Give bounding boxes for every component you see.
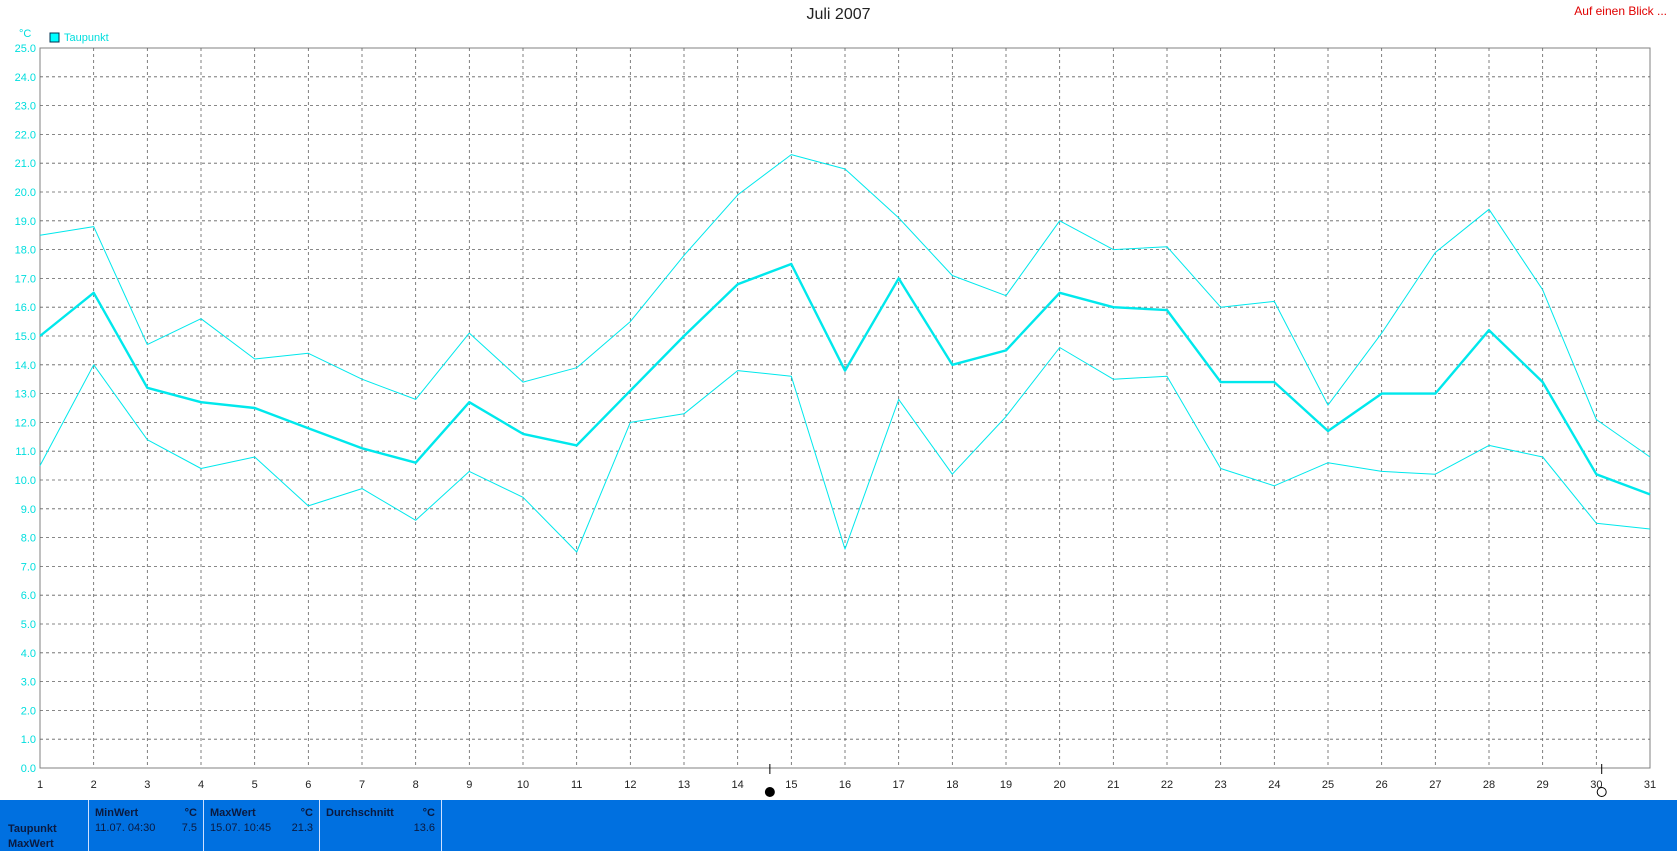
chart-grid	[39, 47, 1651, 769]
min-value: 7.5	[181, 822, 197, 834]
x-tick-label: 20	[1054, 779, 1066, 791]
x-tick-label: 15	[785, 779, 797, 791]
max-value: 21.3	[291, 822, 313, 834]
max-column: MaxWert °C 15.07. 10:45 21.3	[203, 800, 319, 851]
y-tick-label: 15.0	[15, 331, 36, 343]
y-tick-label: 4.0	[21, 648, 36, 660]
full-moon-icon	[764, 787, 775, 797]
y-tick-label: 25.0	[15, 43, 36, 55]
x-tick-label: 29	[1537, 779, 1549, 791]
legend: Taupunkt	[49, 32, 109, 44]
x-tick-label: 24	[1268, 779, 1280, 791]
x-tick-label: 4	[198, 779, 204, 791]
y-tick-label: 16.0	[15, 302, 36, 314]
y-tick-label: 6.0	[21, 590, 36, 602]
y-tick-label: 20.0	[15, 187, 36, 199]
y-tick-label: 19.0	[15, 216, 36, 228]
min-header: MinWert	[95, 807, 139, 819]
y-tick-label: 1.0	[21, 734, 36, 746]
max-unit: °C	[300, 807, 313, 819]
y-tick-label: 11.0	[15, 446, 36, 458]
x-tick-label: 1	[37, 779, 43, 791]
max-header: MaxWert	[210, 807, 256, 819]
x-tick-label: 18	[946, 779, 958, 791]
avg-column: Durchschnitt °C 13.6	[319, 800, 442, 851]
x-tick-label: 11	[571, 779, 582, 791]
x-tick-label: 27	[1429, 779, 1441, 791]
x-tick-label: 10	[517, 779, 529, 791]
legend-swatch	[49, 32, 60, 43]
y-tick-label: 23.0	[15, 101, 36, 113]
x-tick-label: 14	[732, 779, 744, 791]
x-tick-label: 23	[1215, 779, 1227, 791]
x-tick-label: 28	[1483, 779, 1495, 791]
moon-markers	[764, 764, 1607, 797]
y-tick-label: 3.0	[21, 677, 36, 689]
min-datetime: 11.07. 04:30	[95, 822, 156, 834]
y-tick-label: 8.0	[21, 533, 36, 545]
y-tick-label: 14.0	[15, 360, 36, 372]
y-tick-label: 13.0	[15, 389, 36, 401]
min-column: MinWert °C 11.07. 04:30 7.5	[88, 800, 203, 851]
x-tick-label: 2	[91, 779, 97, 791]
y-tick-label: 18.0	[15, 245, 36, 257]
min-unit: °C	[184, 807, 197, 819]
y-unit-label: °C	[19, 28, 31, 40]
x-tick-label: 19	[1000, 779, 1012, 791]
x-tick-label: 13	[678, 779, 690, 791]
x-tick-label: 26	[1376, 779, 1388, 791]
legend-label: Taupunkt	[64, 32, 109, 44]
y-tick-label: 17.0	[15, 273, 36, 285]
summary-bar: Taupunkt MaxWert MinWert °C 11.07. 04:30…	[0, 800, 1677, 851]
y-tick-label: 10.0	[15, 475, 36, 487]
row-label-taupunkt: Taupunkt	[8, 823, 57, 835]
x-tick-label: 12	[624, 779, 636, 791]
dewpoint-chart: 0.01.02.03.04.05.06.07.08.09.010.011.012…	[15, 28, 1656, 797]
x-tick-label: 17	[893, 779, 905, 791]
avg-header: Durchschnitt	[326, 807, 394, 819]
y-axis: 0.0 1.0 2.0 3.0 4.0 5.0 6.0 7.0 8.0 9.0 10.0 11.0 12…	[15, 43, 36, 775]
x-tick-label: 7	[359, 779, 365, 791]
y-tick-label: 22.0	[15, 129, 36, 141]
new-moon-icon	[1596, 787, 1607, 797]
x-tick-label: 31	[1644, 779, 1656, 791]
avg-unit: °C	[422, 807, 435, 819]
x-tick-label: 22	[1161, 779, 1173, 791]
y-tick-label: 7.0	[21, 561, 36, 573]
row-label-maxwert: MaxWert	[8, 838, 54, 850]
y-tick-label: 9.0	[21, 504, 36, 516]
y-tick-label: 2.0	[21, 705, 36, 717]
x-tick-label: 16	[839, 779, 851, 791]
x-tick-label: 9	[466, 779, 472, 791]
y-tick-label: 0.0	[21, 763, 36, 775]
x-tick-label: 6	[305, 779, 311, 791]
x-axis: 1 2 3 4 5 6 7 8 9 10 11 12 13 14 15 16 17 18 19 20 21 22 23 24 2…	[37, 779, 1656, 791]
x-tick-label: 5	[252, 779, 258, 791]
x-tick-label: 25	[1322, 779, 1334, 791]
x-tick-label: 21	[1107, 779, 1119, 791]
x-tick-label: 8	[413, 779, 419, 791]
y-tick-label: 21.0	[15, 158, 36, 170]
y-tick-label: 5.0	[21, 619, 36, 631]
x-tick-label: 3	[144, 779, 150, 791]
max-datetime: 15.07. 10:45	[210, 822, 272, 834]
y-tick-label: 12.0	[15, 417, 36, 429]
y-tick-label: 24.0	[15, 72, 36, 84]
avg-value: 13.6	[413, 822, 435, 834]
